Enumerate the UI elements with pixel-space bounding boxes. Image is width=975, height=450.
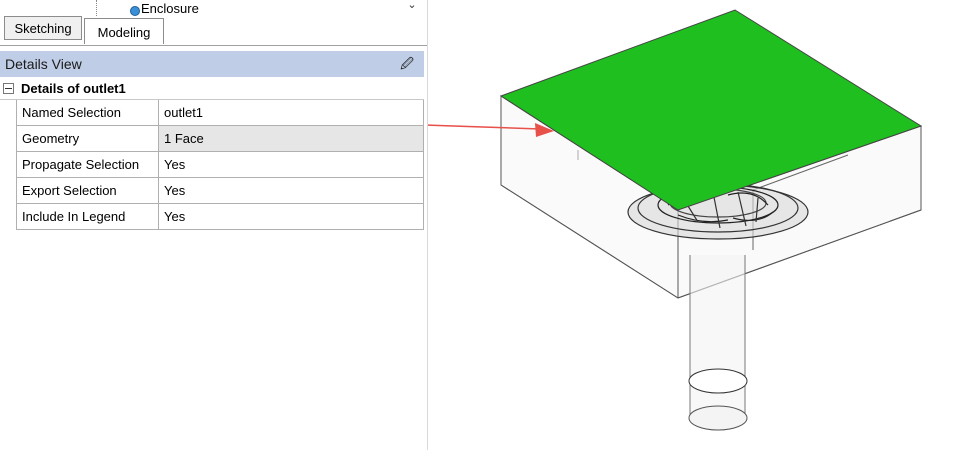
property-value[interactable]: Yes: [159, 152, 423, 177]
pin-icon[interactable]: 🖉: [400, 51, 414, 77]
property-name: Named Selection: [17, 100, 159, 125]
property-value[interactable]: 1 Face: [159, 126, 423, 151]
details-table: Details of outlet1 Named Selection outle…: [0, 79, 424, 230]
body-icon: [130, 6, 140, 16]
left-panel: Enclosure ⌄ Sketching Modeling Details V…: [0, 0, 428, 450]
details-view-header: Details View 🖉: [0, 51, 424, 77]
tree-connector-line: [96, 0, 97, 16]
table-row[interactable]: Include In Legend Yes: [16, 204, 424, 230]
tab-modeling[interactable]: Modeling: [84, 18, 164, 44]
table-row[interactable]: Export Selection Yes: [16, 178, 424, 204]
mode-tabbar: Sketching Modeling: [0, 16, 427, 46]
table-row[interactable]: Named Selection outlet1: [16, 100, 424, 126]
property-value[interactable]: outlet1: [159, 100, 423, 125]
tree-outline-strip: Enclosure ⌄: [0, 0, 427, 16]
property-name: Export Selection: [17, 178, 159, 203]
property-name: Include In Legend: [17, 204, 159, 229]
details-group-label: Details of outlet1: [21, 81, 126, 96]
table-row[interactable]: Propagate Selection Yes: [16, 152, 424, 178]
inlet-pipe: [688, 255, 748, 431]
tree-node-enclosure[interactable]: Enclosure: [141, 2, 199, 16]
details-view-title: Details View: [5, 56, 82, 72]
collapse-icon[interactable]: [3, 83, 14, 94]
details-group-row: Details of outlet1: [0, 79, 424, 100]
table-row[interactable]: Geometry 1 Face: [16, 126, 424, 152]
tab-sketching[interactable]: Sketching: [4, 16, 82, 40]
graphics-viewport[interactable]: [428, 0, 975, 450]
chevron-down-icon[interactable]: ⌄: [403, 0, 421, 12]
property-value[interactable]: Yes: [159, 178, 423, 203]
model-drawing: [428, 9, 923, 431]
property-name: Geometry: [17, 126, 159, 151]
property-value[interactable]: Yes: [159, 204, 423, 229]
property-name: Propagate Selection: [17, 152, 159, 177]
app-window: Enclosure ⌄ Sketching Modeling Details V…: [0, 0, 975, 450]
